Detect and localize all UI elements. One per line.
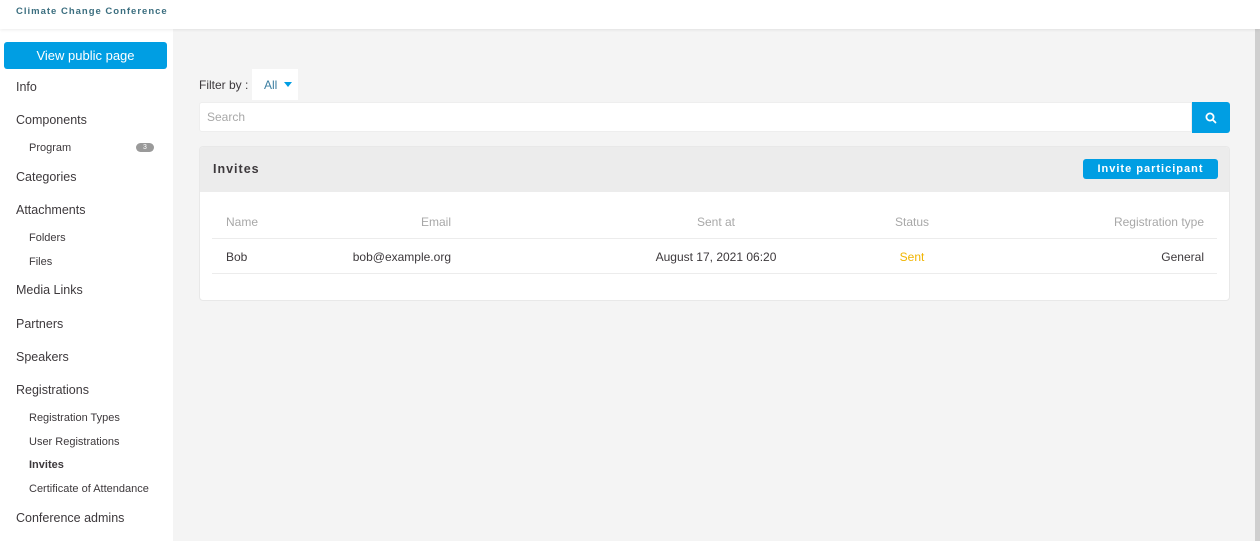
sidebar-item-categories[interactable]: Categories	[16, 170, 76, 184]
sidebar-item-components[interactable]: Components	[16, 113, 87, 127]
sidebar-item-program[interactable]: Program	[29, 142, 71, 154]
sidebar-item-info[interactable]: Info	[16, 80, 37, 94]
column-header-sent-at-label: Sent at	[696, 215, 736, 229]
invite-registration-type: General	[1161, 250, 1204, 264]
filter-label: Filter by :	[199, 78, 249, 92]
invites-card: Invites Invite participant Name Email Se…	[199, 146, 1230, 301]
sidebar-item-registration-types[interactable]: Registration Types	[29, 412, 120, 424]
view-public-page-button[interactable]: View public page	[4, 42, 167, 69]
sidebar-item-partners[interactable]: Partners	[16, 317, 63, 331]
sidebar-item-conference-admins[interactable]: Conference admins	[16, 511, 124, 525]
column-header-name[interactable]: Name	[226, 215, 258, 229]
table-row: Bob bob@example.org August 17, 2021 06:2…	[212, 239, 1217, 274]
table-header-row: Name Email Sent at Status Registration t…	[212, 204, 1217, 239]
sidebar-item-folders[interactable]: Folders	[29, 232, 66, 244]
sidebar-item-files[interactable]: Files	[29, 256, 52, 268]
invite-email-value: bob@example.org	[352, 250, 451, 264]
invite-participant-button[interactable]: Invite participant	[1083, 159, 1218, 179]
filter-selected-value: All	[264, 77, 278, 92]
conference-title[interactable]: Climate Change Conference	[16, 6, 168, 17]
sidebar-item-attachments[interactable]: Attachments	[16, 203, 85, 217]
column-header-status-label: Status	[894, 215, 930, 229]
search-input[interactable]	[199, 102, 1192, 132]
sidebar-item-invites[interactable]: Invites	[29, 459, 64, 471]
caret-down-icon	[284, 82, 293, 87]
sidebar-item-user-registrations[interactable]: User Registrations	[29, 436, 119, 448]
card-header: Invites Invite participant	[200, 147, 1229, 192]
program-count-badge: 3	[136, 143, 154, 152]
invite-name: Bob	[226, 250, 248, 264]
invite-sent-at-value: August 17, 2021 06:20	[655, 250, 777, 264]
sidebar-item-registrations[interactable]: Registrations	[16, 383, 89, 397]
search-button[interactable]	[1192, 102, 1230, 133]
sidebar-item-media-links[interactable]: Media Links	[16, 283, 83, 297]
invites-table: Name Email Sent at Status Registration t…	[212, 204, 1217, 274]
card-title: Invites	[213, 162, 260, 176]
sidebar-item-certificate-of-attendance[interactable]: Certificate of Attendance	[29, 483, 149, 495]
search-icon	[1205, 112, 1217, 123]
top-bar: Climate Change Conference	[0, 0, 1260, 29]
status-badge: Sent	[899, 250, 925, 264]
filter-dropdown[interactable]: All	[252, 69, 298, 100]
sidebar-item-speakers[interactable]: Speakers	[16, 350, 69, 364]
column-header-registration-type[interactable]: Registration type	[1114, 215, 1204, 229]
page-scrollbar[interactable]	[1255, 29, 1260, 541]
column-header-email-label: Email	[420, 215, 452, 229]
